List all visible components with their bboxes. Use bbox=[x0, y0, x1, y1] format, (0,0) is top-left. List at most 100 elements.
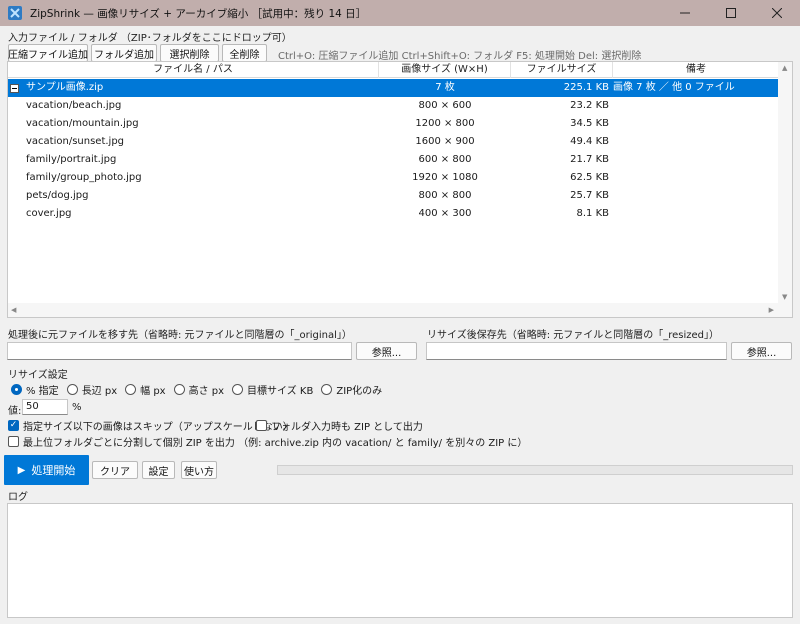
cell-note bbox=[613, 187, 779, 205]
checkbox-box bbox=[8, 435, 19, 447]
table-header: ファイル名 / パス 画像サイズ (W×H) ファイルサイズ 備考 bbox=[8, 62, 779, 78]
split-zip-checkbox[interactable]: 最上位フォルダごとに分割して個別 ZIP を出力 （例: archive.zip… bbox=[8, 434, 527, 449]
radio-height[interactable]: 高さ px bbox=[173, 382, 225, 397]
radio-target-kb[interactable]: 目標サイズ KB bbox=[232, 382, 313, 397]
resized-dest-input[interactable] bbox=[426, 342, 727, 360]
radio-dot bbox=[125, 383, 137, 395]
radio-dot bbox=[173, 383, 185, 395]
close-button[interactable] bbox=[754, 0, 800, 26]
radio-dot bbox=[11, 383, 22, 395]
cell-name: vacation/mountain.jpg bbox=[26, 118, 139, 129]
column-header-dimensions[interactable]: 画像サイズ (W×H) bbox=[379, 62, 511, 78]
radio-percent[interactable]: % 指定 bbox=[11, 382, 59, 397]
cell-filesize: 25.7 KB bbox=[570, 190, 609, 201]
cell-note bbox=[613, 133, 779, 151]
cell-dimensions: 7 枚 bbox=[435, 82, 455, 93]
cell-filesize: 23.2 KB bbox=[570, 100, 609, 111]
radio-label: 幅 px bbox=[140, 385, 166, 397]
remove-all-button[interactable]: 全削除 bbox=[222, 44, 267, 62]
scroll-right-icon[interactable]: ▶ bbox=[769, 306, 774, 314]
minimize-button[interactable] bbox=[662, 0, 708, 26]
skip-small-label: 指定サイズ以下の画像はスキップ（アップスケールしない） bbox=[23, 421, 293, 433]
cell-name: サンプル画像.zip bbox=[26, 82, 104, 93]
cell-filesize: 8.1 KB bbox=[576, 208, 610, 219]
column-header-filesize[interactable]: ファイルサイズ bbox=[511, 62, 613, 78]
table-row-archive[interactable]: サンプル画像.zip 7 枚 225.1 KB 画像 7 枚 ／ 他 0 ファイ… bbox=[8, 79, 779, 97]
folder-zip-checkbox[interactable]: フォルダ入力時も ZIP として出力 bbox=[256, 418, 423, 433]
cell-dimensions: 1920 × 1080 bbox=[412, 172, 478, 183]
add-folder-button[interactable]: フォルダ追加 bbox=[91, 44, 157, 62]
scroll-up-icon[interactable]: ▲ bbox=[782, 64, 787, 72]
start-processing-button[interactable]: ▶ 処理開始 bbox=[4, 455, 89, 485]
radio-long-edge[interactable]: 長辺 px bbox=[66, 382, 117, 397]
help-button[interactable]: 使い方 bbox=[181, 461, 217, 479]
maximize-button[interactable] bbox=[708, 0, 754, 26]
log-output[interactable] bbox=[7, 503, 793, 618]
radio-zip-only[interactable]: ZIP化のみ bbox=[321, 382, 382, 397]
radio-label: % 指定 bbox=[26, 385, 59, 397]
table-row[interactable]: vacation/beach.jpg 800 × 600 23.2 KB bbox=[8, 97, 779, 115]
move-original-label: 処理後に元ファイルを移す先（省略時: 元ファイルと同階層の「_original」… bbox=[8, 330, 352, 341]
cell-dimensions: 1600 × 900 bbox=[415, 136, 475, 147]
cell-dimensions: 600 × 800 bbox=[418, 154, 472, 165]
column-header-name[interactable]: ファイル名 / パス bbox=[8, 62, 379, 78]
cell-name: vacation/beach.jpg bbox=[26, 100, 122, 111]
scroll-down-icon[interactable]: ▼ bbox=[782, 293, 787, 301]
cell-filesize: 62.5 KB bbox=[570, 172, 609, 183]
horizontal-scrollbar[interactable]: ◀ ▶ bbox=[8, 303, 779, 317]
add-archive-button[interactable]: 圧縮ファイル追加 bbox=[8, 44, 88, 62]
table-row[interactable]: family/portrait.jpg 600 × 800 21.7 KB bbox=[8, 151, 779, 169]
cell-note bbox=[613, 205, 779, 223]
title-bar: ZipShrink — 画像リサイズ + アーカイブ縮小 ［試用中：残り 14 … bbox=[0, 0, 800, 26]
resize-value-input[interactable]: 50 bbox=[22, 399, 68, 415]
cell-note bbox=[613, 97, 779, 115]
cell-dimensions: 1200 × 800 bbox=[415, 118, 475, 129]
cell-filesize: 225.1 KB bbox=[563, 82, 609, 93]
table-row[interactable]: vacation/sunset.jpg 1600 × 900 49.4 KB bbox=[8, 133, 779, 151]
settings-button[interactable]: 設定 bbox=[142, 461, 175, 479]
resize-mode-group: % 指定 長辺 px 幅 px 高さ px 目標サイズ KB ZIP化のみ bbox=[11, 382, 390, 397]
cell-note: 画像 7 枚 ／ 他 0 ファイル bbox=[613, 82, 735, 93]
shortcuts-hint: Ctrl+O: 圧縮ファイル追加 Ctrl+Shift+O: フォルダ F5: … bbox=[278, 51, 642, 62]
radio-label: ZIP化のみ bbox=[336, 385, 383, 397]
cell-dimensions: 800 × 600 bbox=[418, 100, 472, 111]
collapse-icon[interactable] bbox=[10, 84, 19, 93]
cell-name: pets/dog.jpg bbox=[26, 190, 89, 201]
radio-width[interactable]: 幅 px bbox=[125, 382, 166, 397]
vertical-scrollbar[interactable]: ▲ ▼ bbox=[778, 62, 792, 317]
radio-dot bbox=[66, 383, 78, 395]
table-row[interactable]: family/group_photo.jpg 1920 × 1080 62.5 … bbox=[8, 169, 779, 187]
cell-name: cover.jpg bbox=[26, 208, 72, 219]
table-row[interactable]: vacation/mountain.jpg 1200 × 800 34.5 KB bbox=[8, 115, 779, 133]
table-row[interactable]: cover.jpg 400 × 300 8.1 KB bbox=[8, 205, 779, 223]
move-original-browse-button[interactable]: 参照... bbox=[356, 342, 417, 360]
checkmark-icon: ✓ bbox=[8, 419, 19, 431]
start-label: 処理開始 bbox=[31, 464, 76, 477]
radio-label: 高さ px bbox=[188, 385, 225, 397]
input-section-label: 入力ファイル / フォルダ （ZIP･フォルダをここにドロップ可） bbox=[8, 33, 292, 44]
progress-bar bbox=[277, 465, 793, 475]
cell-name: family/group_photo.jpg bbox=[26, 172, 142, 183]
remove-selected-button[interactable]: 選択削除 bbox=[160, 44, 219, 62]
resized-dest-browse-button[interactable]: 参照... bbox=[731, 342, 792, 360]
move-original-input[interactable] bbox=[7, 342, 352, 360]
resized-dest-label: リサイズ後保存先（省略時: 元ファイルと同階層の「_resized」） bbox=[427, 330, 720, 341]
value-unit: % bbox=[72, 402, 82, 413]
file-table[interactable]: ファイル名 / パス 画像サイズ (W×H) ファイルサイズ 備考 サンプル画像… bbox=[7, 61, 793, 318]
scroll-left-icon[interactable]: ◀ bbox=[11, 306, 16, 314]
cell-filesize: 21.7 KB bbox=[570, 154, 609, 165]
column-header-note[interactable]: 備考 bbox=[613, 62, 779, 78]
radio-dot bbox=[321, 383, 333, 395]
cell-name: family/portrait.jpg bbox=[26, 154, 117, 165]
resize-settings-label: リサイズ設定 bbox=[8, 370, 68, 381]
minimize-icon bbox=[680, 12, 690, 14]
checkbox-box bbox=[256, 419, 267, 431]
log-label: ログ bbox=[8, 492, 28, 503]
cell-note bbox=[613, 169, 779, 187]
app-icon bbox=[8, 6, 22, 20]
cell-dimensions: 800 × 800 bbox=[418, 190, 472, 201]
cell-name: vacation/sunset.jpg bbox=[26, 136, 125, 147]
skip-small-checkbox[interactable]: ✓ 指定サイズ以下の画像はスキップ（アップスケールしない） bbox=[8, 418, 293, 433]
table-row[interactable]: pets/dog.jpg 800 × 800 25.7 KB bbox=[8, 187, 779, 205]
clear-button[interactable]: クリア bbox=[92, 461, 138, 479]
